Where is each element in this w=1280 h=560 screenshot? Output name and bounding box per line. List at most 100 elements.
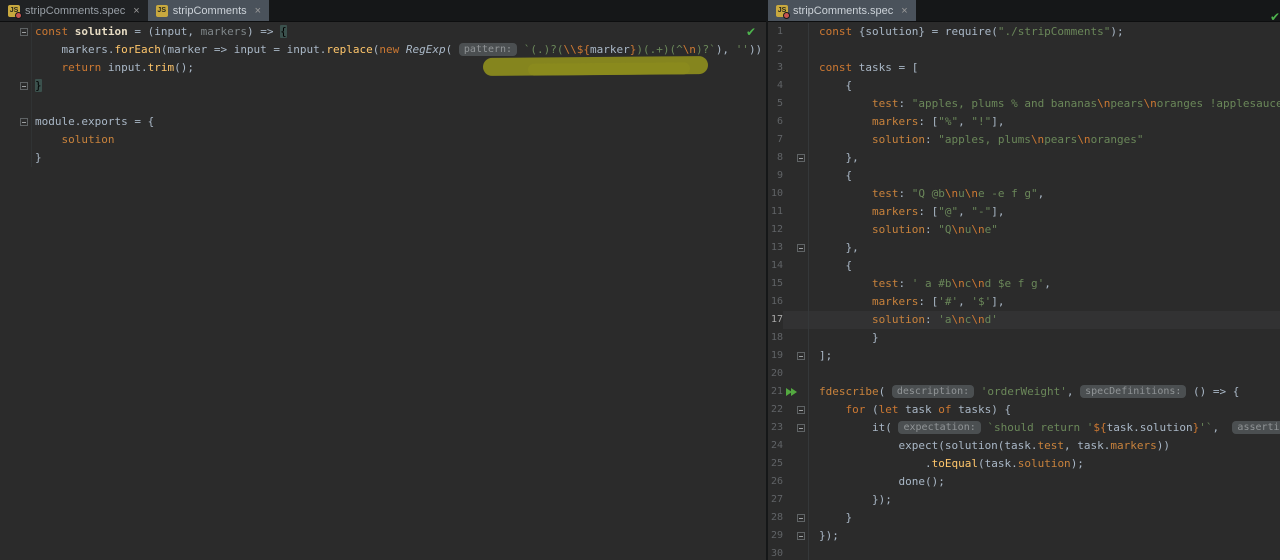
- fold-marker-icon[interactable]: [797, 244, 805, 252]
- code-line-27[interactable]: 27 });: [768, 491, 1280, 509]
- gutter-cell: [783, 41, 809, 59]
- pane-divider[interactable]: [766, 0, 768, 560]
- line-number: 1: [776, 26, 783, 37]
- code-text: {: [819, 79, 853, 92]
- tab-stripComments.spec[interactable]: JS stripComments.spec ×: [0, 0, 148, 21]
- code-line-14[interactable]: 14 {: [768, 257, 1280, 275]
- gutter-cell: [783, 419, 809, 437]
- code-line-8[interactable]: }: [0, 149, 766, 167]
- tab-stripComments.spec[interactable]: JS stripComments.spec ×: [768, 0, 916, 21]
- fold-marker-icon[interactable]: [20, 82, 28, 90]
- code-line-9[interactable]: 9 {: [768, 167, 1280, 185]
- code-line-7[interactable]: 7 solution: "apples, plums\npears\norang…: [768, 131, 1280, 149]
- fold-marker-icon[interactable]: [20, 28, 28, 36]
- code-text: .toEqual(task.solution);: [819, 457, 1084, 470]
- code-line-29[interactable]: 29});: [768, 527, 1280, 545]
- code-line-15[interactable]: 15 test: ' a #b\nc\nd $e f g',: [768, 275, 1280, 293]
- fold-marker-icon[interactable]: [797, 424, 805, 432]
- gutter-cell: [783, 23, 809, 41]
- code-line-19[interactable]: 19];: [768, 347, 1280, 365]
- code-line-17[interactable]: 17 solution: 'a\nc\nd': [768, 311, 1280, 329]
- run-test-icon[interactable]: [786, 388, 797, 396]
- code-line-23[interactable]: 23 it( expectation: `should return '${ta…: [768, 419, 1280, 437]
- line-number: 15: [770, 278, 783, 289]
- line-number: 6: [776, 116, 783, 127]
- fold-marker-icon[interactable]: [797, 514, 805, 522]
- line-number: 7: [776, 134, 783, 145]
- gutter-cell: [783, 383, 809, 401]
- code-text: {: [819, 169, 853, 182]
- code-line-4[interactable]: 4 {: [768, 77, 1280, 95]
- code-line-1[interactable]: const solution = (input, markers) => {: [0, 23, 766, 41]
- right-tab-strip: JS stripComments.spec ×: [768, 0, 1280, 22]
- line-number: 27: [770, 494, 783, 505]
- code-line-13[interactable]: 13 },: [768, 239, 1280, 257]
- close-tab-icon[interactable]: ×: [255, 5, 261, 17]
- code-line-12[interactable]: 12 solution: "Q\nu\ne": [768, 221, 1280, 239]
- code-text: });: [819, 493, 892, 506]
- gutter-cell: [0, 59, 32, 77]
- inspections-ok-icon[interactable]: ✔: [746, 25, 756, 39]
- code-line-2[interactable]: markers.forEach(marker => input = input.…: [0, 41, 766, 59]
- code-line-8[interactable]: 8 },: [768, 149, 1280, 167]
- code-line-16[interactable]: 16 markers: ['#', '$'],: [768, 293, 1280, 311]
- code-text: markers.forEach(marker => input = input.…: [35, 43, 763, 56]
- code-line-6[interactable]: 6 markers: ["%", "!"],: [768, 113, 1280, 131]
- fold-marker-icon[interactable]: [797, 352, 805, 360]
- line-number: 9: [776, 170, 783, 181]
- tab-stripComments[interactable]: JS stripComments ×: [147, 0, 270, 21]
- gutter-cell: [783, 401, 809, 419]
- code-line-1[interactable]: 1 const {solution} = require("./stripComm…: [768, 23, 1280, 41]
- fold-marker-icon[interactable]: [797, 532, 805, 540]
- gutter-cell: [783, 95, 809, 113]
- code-line-25[interactable]: 25 .toEqual(task.solution);: [768, 455, 1280, 473]
- gutter-cell: [0, 23, 32, 41]
- gutter-cell: [783, 347, 809, 365]
- code-text: solution: "apples, plums\npears\noranges…: [871, 133, 1144, 146]
- code-line-24[interactable]: 24 expect(solution(task.test, task.marke…: [768, 437, 1280, 455]
- right-editor[interactable]: 1 const {solution} = require("./stripComm…: [768, 23, 1280, 560]
- code-line-21[interactable]: 21 fdescribe( description: 'orderWeight',…: [768, 383, 1280, 401]
- code-line-26[interactable]: 26 done();: [768, 473, 1280, 491]
- fold-marker-icon[interactable]: [797, 154, 805, 162]
- close-tab-icon[interactable]: ×: [901, 5, 907, 17]
- gutter-cell: [783, 509, 809, 527]
- parameter-hint: assertion:: [1232, 421, 1280, 434]
- code-line-7[interactable]: solution: [0, 131, 766, 149]
- code-line-10[interactable]: 10 test: "Q @b\nu\ne -e f g",: [768, 185, 1280, 203]
- code-line-5[interactable]: [0, 95, 766, 113]
- code-text: ];: [819, 349, 833, 362]
- code-line-30[interactable]: 30: [768, 545, 1280, 560]
- gutter-cell: [0, 113, 32, 131]
- code-text: markers: ["%", "!"],: [871, 115, 1005, 128]
- line-number: 18: [770, 332, 783, 343]
- code-line-11[interactable]: 11 markers: ["@", "-"],: [768, 203, 1280, 221]
- fold-marker-icon[interactable]: [20, 118, 28, 126]
- inspections-ok-icon[interactable]: ✔: [1270, 10, 1280, 24]
- code-line-20[interactable]: 20: [768, 365, 1280, 383]
- close-tab-icon[interactable]: ×: [133, 5, 139, 17]
- line-number: 29: [770, 530, 783, 541]
- gutter-cell: [783, 149, 809, 167]
- code-line-3[interactable]: return input.trim();: [0, 59, 766, 77]
- code-line-28[interactable]: 28 }: [768, 509, 1280, 527]
- gutter-cell: [0, 41, 32, 59]
- code-line-6[interactable]: module.exports = {: [0, 113, 766, 131]
- code-text: }: [819, 511, 853, 524]
- line-number: 30: [770, 548, 783, 559]
- code-line-18[interactable]: 18 }: [768, 329, 1280, 347]
- tab-label: stripComments.spec: [793, 4, 894, 17]
- code-line-22[interactable]: 22 for (let task of tasks) {: [768, 401, 1280, 419]
- code-line-2[interactable]: 2: [768, 41, 1280, 59]
- code-text: markers: ['#', '$'],: [871, 295, 1005, 308]
- line-number: 17: [770, 314, 783, 325]
- code-line-3[interactable]: 3 const tasks = [: [768, 59, 1280, 77]
- fold-marker-icon[interactable]: [797, 406, 805, 414]
- line-number: 14: [770, 260, 783, 271]
- code-line-4[interactable]: }: [0, 77, 766, 95]
- left-editor[interactable]: const solution = (input, markers) => { m…: [0, 23, 766, 560]
- line-number: 12: [770, 224, 783, 235]
- code-line-5[interactable]: 5 test: "apples, plums % and bananas\npe…: [768, 95, 1280, 113]
- gutter-cell: [783, 293, 809, 311]
